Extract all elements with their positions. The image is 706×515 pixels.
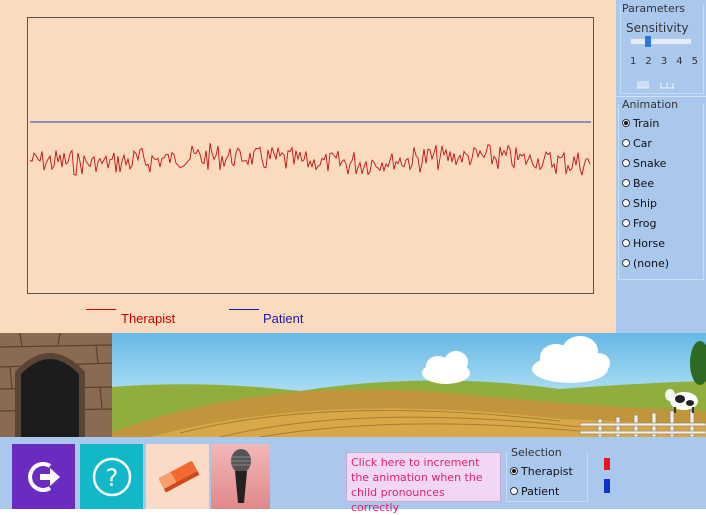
patient-legend-line <box>229 309 259 310</box>
animation-option-label: Snake <box>633 156 667 170</box>
question-mark-icon: ? <box>92 457 131 496</box>
animation-option-horse[interactable]: Horse <box>622 233 669 253</box>
cloud-icon <box>422 351 470 384</box>
sensitivity-tick: 4 <box>676 56 683 67</box>
sensitivity-tick: 5 <box>691 56 698 67</box>
parameters-title: Parameters <box>622 2 685 15</box>
sensitivity-label: Sensitivity <box>626 21 689 35</box>
radio-icon[interactable] <box>622 179 630 187</box>
animation-option-label: Car <box>633 136 652 150</box>
animation-option-label: Horse <box>633 236 666 250</box>
radio-icon[interactable] <box>510 487 518 495</box>
animation-option-label: Bee <box>633 176 655 190</box>
eraser-icon <box>158 460 199 493</box>
animation-option-train[interactable]: Train <box>622 113 669 133</box>
exit-arrow-icon <box>27 461 60 492</box>
radio-selected-icon[interactable] <box>510 467 518 475</box>
waveform-graph <box>27 17 594 294</box>
therapist-color-swatch <box>604 458 610 470</box>
animation-option-label: Frog <box>633 216 657 230</box>
animation-option-bee[interactable]: Bee <box>622 173 669 193</box>
sensitivity-ticks: 1 2 3 4 5 <box>630 56 698 67</box>
animation-option-label: Train <box>633 116 660 130</box>
help-button[interactable]: ? <box>80 444 143 509</box>
waveform-plot <box>29 121 591 176</box>
selection-option-patient[interactable]: Patient <box>510 481 573 501</box>
animation-scene <box>0 333 706 437</box>
therapist-legend-label: Therapist <box>121 311 176 326</box>
therapist-waveform <box>29 143 591 176</box>
side-panel: Parameters Sensitivity 1 2 3 4 5 Animati… <box>616 0 706 333</box>
radio-icon[interactable] <box>622 199 630 207</box>
radio-icon[interactable] <box>622 139 630 147</box>
radio-icon[interactable] <box>622 159 630 167</box>
sensitivity-slider-track[interactable] <box>630 38 692 45</box>
therapist-legend-line <box>86 309 116 310</box>
animation-option-frog[interactable]: Frog <box>622 213 669 233</box>
erase-button[interactable] <box>146 444 209 509</box>
svg-text:?: ? <box>105 464 118 492</box>
microphone-icon <box>230 448 251 503</box>
selection-title: Selection <box>511 446 562 459</box>
radio-selected-icon[interactable] <box>622 119 630 127</box>
exit-button[interactable] <box>12 444 75 509</box>
microphone-button[interactable] <box>211 444 270 509</box>
sensitivity-slider-thumb[interactable] <box>645 36 651 47</box>
selection-option-therapist[interactable]: Therapist <box>510 461 573 481</box>
patient-color-swatch <box>604 479 610 493</box>
landscape-illustration <box>0 333 706 437</box>
tunnel-icon <box>0 333 113 437</box>
animation-title: Animation <box>622 98 679 111</box>
scale-markers-icon <box>637 81 674 89</box>
animation-option-label: (none) <box>633 256 670 270</box>
sensitivity-tick: 2 <box>645 56 652 67</box>
patient-legend-label: Patient <box>263 311 304 326</box>
animation-option-label: Ship <box>633 196 657 210</box>
group-divider <box>616 96 706 97</box>
selection-option-label: Therapist <box>521 464 573 478</box>
animation-options: Train Car Snake Bee Ship Frog Horse (non… <box>622 113 669 273</box>
radio-icon[interactable] <box>622 239 630 247</box>
sensitivity-tick: 3 <box>660 56 668 67</box>
radio-icon[interactable] <box>622 259 630 267</box>
selection-option-label: Patient <box>521 484 560 498</box>
selection-options: Therapist Patient <box>510 461 573 501</box>
sensitivity-tick: 1 <box>630 56 637 67</box>
increment-animation-button[interactable]: Click here to increment the animation wh… <box>346 452 501 514</box>
animation-option-snake[interactable]: Snake <box>622 153 669 173</box>
radio-icon[interactable] <box>622 219 630 227</box>
animation-option-ship[interactable]: Ship <box>622 193 669 213</box>
animation-option-car[interactable]: Car <box>622 133 669 153</box>
animation-option-none[interactable]: (none) <box>622 253 669 273</box>
